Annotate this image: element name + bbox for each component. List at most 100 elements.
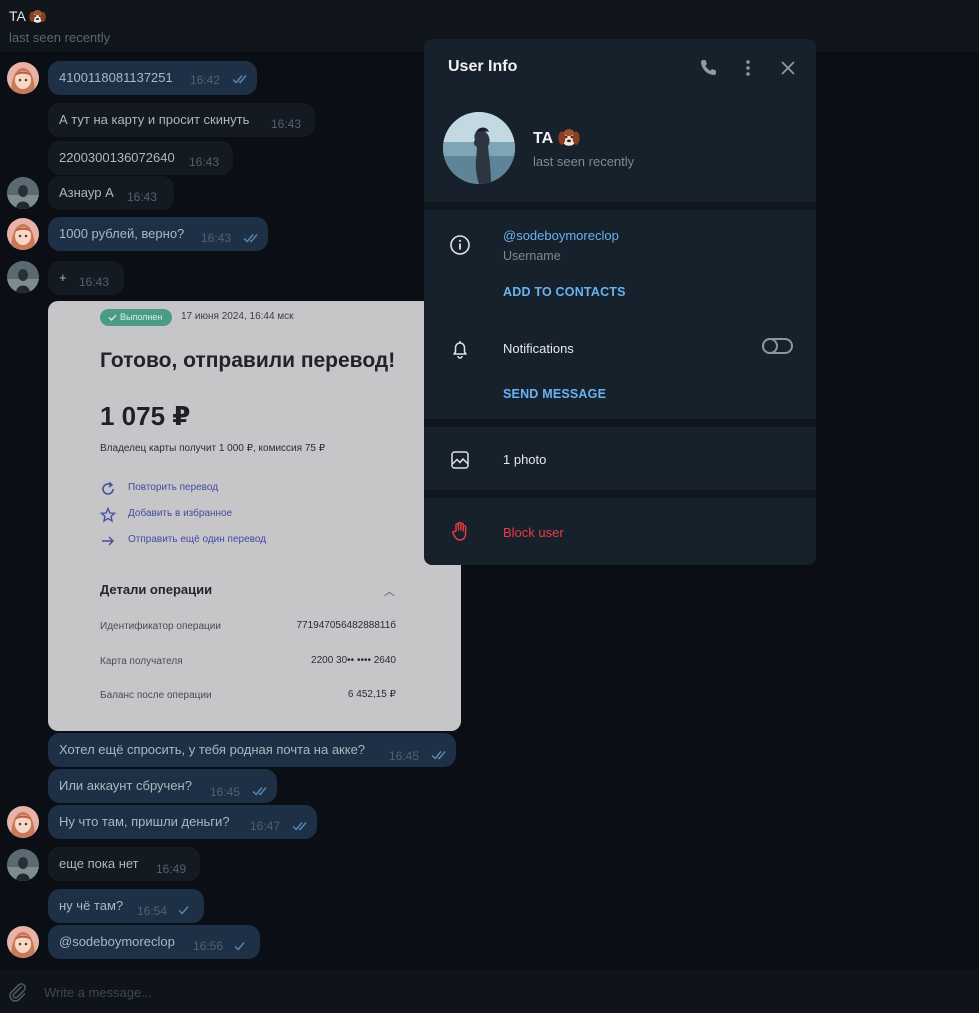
message-bubble[interactable]: 4100118081137251 16:42 bbox=[48, 61, 257, 95]
double-check-icon bbox=[292, 821, 310, 831]
receipt-action: Повторить перевод bbox=[100, 481, 218, 500]
profile-status: last seen recently bbox=[533, 154, 635, 169]
message-text: Ну что там, пришли деньги? bbox=[59, 814, 230, 829]
message-bubble[interactable]: 2200300136072640 16:43 bbox=[48, 141, 233, 175]
message-text: Или аккаунт сбручен? bbox=[59, 778, 192, 793]
detail-value: 77194705648288811б bbox=[296, 620, 396, 631]
message-time: 16:42 bbox=[190, 73, 221, 87]
section-divider bbox=[424, 490, 816, 498]
message-time: 16:56 bbox=[193, 939, 224, 953]
check-icon bbox=[175, 905, 193, 915]
message-bubble[interactable]: Или аккаунт сбручен? 16:45 bbox=[48, 769, 277, 803]
check-icon bbox=[231, 941, 249, 951]
message-text: еще пока нет bbox=[59, 856, 139, 871]
panel-title: User Info bbox=[448, 58, 518, 75]
message-time: 16:43 bbox=[201, 231, 232, 245]
profile-name-text: TA bbox=[533, 130, 554, 147]
double-check-icon bbox=[431, 750, 449, 760]
block-user-button: Block user bbox=[503, 525, 564, 540]
message-time: 16:49 bbox=[156, 862, 187, 876]
message-bubble[interactable]: @sodeboymoreclop 16:56 bbox=[48, 925, 260, 959]
username-label: Username bbox=[503, 249, 561, 263]
detail-label: Идентификатор операции bbox=[100, 621, 221, 632]
toggle-knob bbox=[762, 338, 778, 354]
avatar[interactable] bbox=[7, 806, 39, 838]
more-vertical-icon[interactable] bbox=[737, 57, 759, 79]
message-text: 1000 рублей, верно? bbox=[59, 226, 185, 241]
message-time: 16:43 bbox=[79, 275, 110, 289]
message-input[interactable]: Write a message... bbox=[44, 985, 152, 1000]
message-bubble[interactable]: Хотел ещё спросить, у тебя родная почта … bbox=[48, 733, 456, 767]
message-time: 16:43 bbox=[189, 155, 220, 169]
avatar[interactable] bbox=[7, 62, 39, 94]
message-text: 2200300136072640 bbox=[59, 150, 175, 165]
receipt-amount: 1 075 ₽ bbox=[100, 401, 191, 431]
double-check-icon bbox=[232, 74, 250, 84]
arrow-right-icon bbox=[102, 536, 114, 546]
receipt-action-label: Повторить перевод bbox=[128, 482, 219, 493]
check-icon bbox=[108, 314, 117, 321]
receipt-heading: Готово, отправили перевод! bbox=[100, 349, 396, 372]
receipt-note: Владелец карты получит 1 000 ₽, комиссия… bbox=[100, 443, 326, 454]
username-link[interactable]: @sodeboymoreclop bbox=[503, 228, 619, 243]
receipt-image[interactable]: Выполнен 17 июня 2024, 16:44 мск Готово,… bbox=[48, 301, 461, 731]
message-bubble[interactable]: еще пока нет 16:49 bbox=[48, 847, 200, 881]
detail-value: 6 452,15 ₽ bbox=[347, 689, 396, 700]
dog-face-icon bbox=[558, 127, 580, 147]
message-time: 16:43 bbox=[271, 117, 302, 131]
avatar[interactable] bbox=[7, 177, 39, 209]
receipt-action: Отправить ещё один перевод bbox=[100, 533, 266, 552]
message-bubble[interactable]: А тут на карту и просит скинуть 16:43 bbox=[48, 103, 315, 137]
status-badge-text: Выполнен bbox=[120, 312, 163, 322]
message-time: 16:54 bbox=[137, 904, 168, 918]
message-time: 16:45 bbox=[210, 785, 241, 799]
avatar[interactable] bbox=[7, 261, 39, 293]
message-text: 4100118081137251 bbox=[59, 70, 173, 85]
photos-count: 1 photo bbox=[503, 452, 547, 467]
user-info-panel: User Info TA last seen recently @sodeboy… bbox=[424, 39, 816, 565]
message-text: @sodeboymoreclop bbox=[59, 934, 175, 949]
detail-label: Баланс после операции bbox=[100, 690, 212, 701]
avatar[interactable] bbox=[7, 218, 39, 250]
detail-label: Карта получателя bbox=[100, 656, 183, 667]
chat-title[interactable]: TA bbox=[9, 8, 46, 24]
details-title: Детали операции bbox=[100, 582, 213, 597]
double-check-icon bbox=[252, 786, 270, 796]
message-bubble[interactable]: ну чё там? 16:54 bbox=[48, 889, 204, 923]
message-input-bar: Write a message... bbox=[0, 970, 979, 1013]
receipt-action-label: Отправить ещё один перевод bbox=[128, 534, 267, 545]
receipt-action: Добавить в избранное bbox=[99, 506, 232, 526]
message-bubble[interactable]: + 16:43 bbox=[48, 261, 124, 295]
notifications-label: Notifications bbox=[503, 341, 574, 356]
message-bubble[interactable]: Ну что там, пришли деньги? 16:47 bbox=[48, 805, 317, 839]
message-text: + bbox=[59, 270, 67, 285]
star-icon bbox=[99, 506, 117, 523]
message-text: Азнаур А bbox=[59, 185, 114, 200]
close-icon[interactable] bbox=[777, 57, 799, 79]
profile-name: TA bbox=[533, 127, 580, 148]
message-time: 16:43 bbox=[127, 190, 158, 204]
avatar[interactable] bbox=[7, 926, 39, 958]
send-message-button[interactable]: SEND MESSAGE bbox=[503, 387, 606, 401]
avatar[interactable] bbox=[7, 849, 39, 881]
chat-title-text: TA bbox=[9, 8, 26, 24]
phone-icon[interactable] bbox=[697, 57, 719, 79]
receipt-date: 17 июня 2024, 16:44 мск bbox=[181, 311, 294, 322]
receipt-action-label: Добавить в избранное bbox=[128, 508, 233, 519]
section-divider bbox=[424, 419, 816, 427]
repeat-icon bbox=[102, 481, 114, 495]
message-bubble[interactable]: Азнаур А 16:43 bbox=[48, 176, 174, 210]
section-divider bbox=[424, 202, 816, 210]
dog-face-icon bbox=[29, 8, 46, 24]
status-badge: Выполнен bbox=[100, 309, 172, 326]
image-icon bbox=[451, 451, 469, 469]
bell-icon bbox=[453, 341, 467, 359]
paperclip-icon[interactable] bbox=[6, 981, 28, 1003]
info-icon bbox=[450, 235, 470, 255]
profile-photo[interactable] bbox=[443, 112, 515, 184]
message-bubble[interactable]: 1000 рублей, верно? 16:43 bbox=[48, 217, 268, 251]
add-to-contacts-button[interactable]: ADD TO CONTACTS bbox=[503, 285, 626, 299]
chat-status: last seen recently bbox=[9, 30, 111, 45]
detail-value: 2200 30•• •••• 2640 bbox=[311, 655, 396, 666]
notifications-toggle[interactable] bbox=[762, 338, 793, 354]
